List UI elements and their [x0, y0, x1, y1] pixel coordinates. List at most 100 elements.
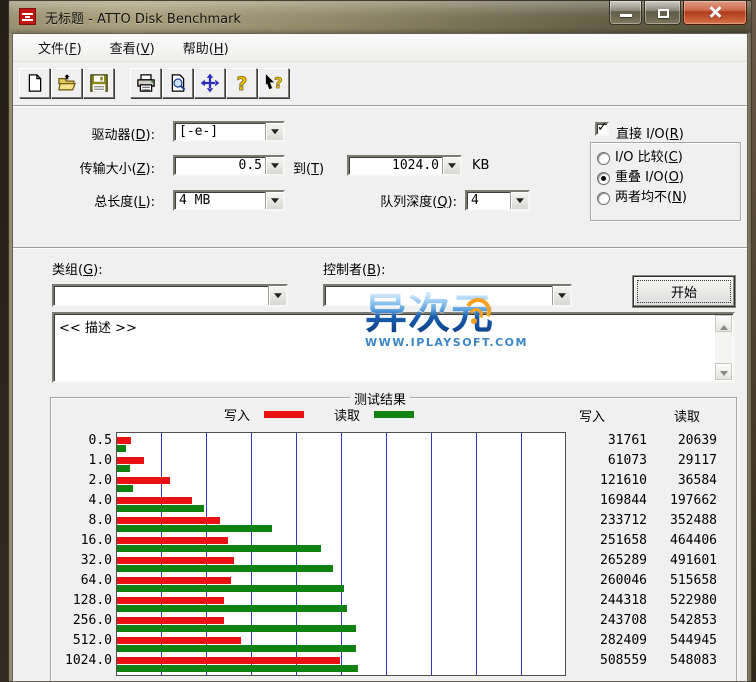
row-label: 512.0	[52, 633, 112, 649]
queue-depth-label: 队列深度(Q):	[317, 191, 457, 210]
bar-write	[117, 517, 220, 524]
bar-read	[117, 645, 356, 652]
maximize-button[interactable]	[644, 1, 681, 25]
gridline	[251, 433, 252, 675]
bar-read	[117, 585, 344, 592]
radio-option[interactable]: 两者均不(N)	[591, 189, 740, 209]
new-file-icon	[25, 73, 45, 93]
close-button[interactable]	[683, 1, 747, 25]
menu-bar: 文件(F) 查看(V) 帮助(H)	[13, 34, 747, 62]
bar-write	[117, 437, 131, 444]
chevron-down-icon[interactable]	[265, 157, 283, 174]
bar-read	[117, 445, 126, 452]
controller-label: 控制者(B):	[323, 259, 385, 278]
chevron-down-icon[interactable]	[442, 157, 460, 174]
row-label: 256.0	[52, 613, 112, 629]
radio-option[interactable]: I/O 比较(C)	[591, 149, 740, 169]
write-value: 244318	[577, 593, 647, 609]
row-label: 32.0	[52, 553, 112, 569]
legend-swatch	[374, 411, 414, 418]
bar-read	[117, 565, 333, 572]
minimize-button[interactable]	[609, 1, 642, 25]
save-file-button[interactable]	[83, 68, 114, 98]
group-select[interactable]	[52, 284, 288, 307]
io-mode-group: I/O 比较(C) 重叠 I/O(O)两者均不(N)	[590, 142, 741, 221]
menu-view[interactable]: 查看(V)	[101, 35, 164, 60]
divider	[13, 105, 747, 107]
radio-label: 两者均不(N)	[615, 190, 687, 205]
gridline	[386, 433, 387, 675]
start-button[interactable]: 开始	[633, 276, 735, 307]
to-label: 到(T)	[293, 158, 324, 177]
chevron-down-icon[interactable]	[265, 123, 283, 140]
svg-text:?: ?	[274, 74, 283, 92]
bar-read	[117, 605, 347, 612]
help-icon: ?	[232, 73, 252, 93]
radio-option[interactable]: 重叠 I/O(O)	[591, 169, 740, 189]
read-value: 197662	[647, 493, 717, 509]
menu-file[interactable]: 文件(F)	[29, 35, 91, 60]
read-values: 2063929117365841976623524884644064916015…	[647, 432, 717, 682]
read-value: 352488	[647, 513, 717, 529]
open-file-icon	[57, 73, 77, 93]
gridline	[296, 433, 297, 675]
help-button[interactable]: ?	[226, 68, 257, 98]
new-file-button[interactable]	[19, 68, 50, 98]
scroll-down-icon[interactable]	[715, 363, 732, 380]
radio-label: I/O 比较(C)	[615, 150, 683, 165]
bar-write	[117, 477, 170, 484]
context-help-button[interactable]: ?	[258, 68, 289, 98]
watermark-text: 异次元	[365, 292, 545, 336]
title-bar[interactable]: 无标题 - ATTO Disk Benchmark	[8, 0, 752, 33]
radio-icon	[597, 192, 610, 205]
transfer-size-label: 传输大小(Z):	[33, 158, 155, 177]
radio-icon	[597, 172, 610, 185]
write-value: 31761	[577, 433, 647, 449]
total-length-select[interactable]: 4 MB	[173, 190, 285, 211]
context-help-icon: ?	[264, 73, 284, 93]
svg-text:?: ?	[236, 74, 247, 93]
write-value: 260046	[577, 573, 647, 589]
direct-io-checkbox[interactable]	[595, 122, 609, 136]
read-column-header: 读取	[630, 406, 700, 425]
chart-legend: 写入读取	[224, 405, 444, 423]
drive-select[interactable]: [-e-]	[173, 121, 285, 142]
bar-write	[117, 617, 224, 624]
bar-write	[117, 577, 231, 584]
bar-read	[117, 625, 356, 632]
row-label: 2.0	[52, 473, 112, 489]
chevron-down-icon[interactable]	[265, 192, 283, 209]
print-preview-button[interactable]	[162, 68, 193, 98]
read-value: 522980	[647, 593, 717, 609]
description-scrollbar[interactable]	[715, 315, 732, 380]
scroll-up-icon[interactable]	[715, 315, 732, 332]
toolbar: ? ?	[13, 62, 747, 104]
chevron-down-icon[interactable]	[510, 192, 528, 209]
row-label: 4.0	[52, 493, 112, 509]
open-file-button[interactable]	[51, 68, 82, 98]
transfer-to-select[interactable]: 1024.0	[347, 155, 462, 176]
print-icon	[136, 73, 156, 93]
bar-read	[117, 545, 321, 552]
chevron-down-icon[interactable]	[552, 286, 570, 305]
menu-help[interactable]: 帮助(H)	[174, 35, 238, 60]
read-value: 548083	[647, 653, 717, 669]
group-label: 类组(G):	[52, 259, 103, 278]
chevron-down-icon[interactable]	[268, 286, 286, 305]
row-label: 1.0	[52, 453, 112, 469]
bar-read	[117, 665, 358, 672]
move-button[interactable]	[194, 68, 225, 98]
bar-read	[117, 465, 130, 472]
bar-write	[117, 457, 144, 464]
queue-depth-select[interactable]: 4	[465, 190, 530, 211]
maximize-icon	[658, 9, 669, 18]
print-preview-icon	[168, 73, 188, 93]
read-value: 464406	[647, 533, 717, 549]
transfer-from-select[interactable]: 0.5	[173, 155, 285, 176]
read-value: 491601	[647, 553, 717, 569]
kb-unit-label: KB	[472, 158, 489, 173]
read-value: 544945	[647, 633, 717, 649]
row-label: 128.0	[52, 593, 112, 609]
print-button[interactable]	[130, 68, 161, 98]
bar-read	[117, 525, 272, 532]
